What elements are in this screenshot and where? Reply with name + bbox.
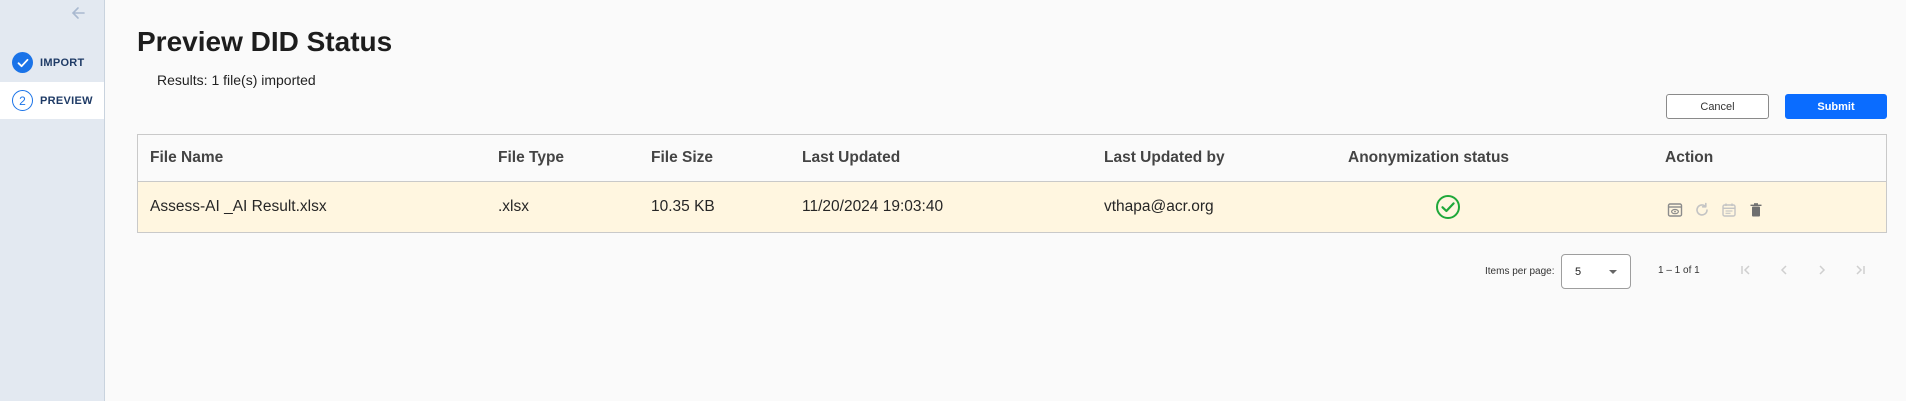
arrow-left-icon[interactable]: [69, 4, 91, 22]
items-per-page-value: 5: [1575, 266, 1582, 278]
cell-last-updated: 11/20/2024 19:03:40: [802, 198, 944, 215]
column-header-file-type[interactable]: File Type: [498, 135, 564, 181]
first-page-icon[interactable]: [1736, 260, 1756, 280]
cancel-button[interactable]: Cancel: [1666, 94, 1769, 119]
files-table: File Name File Type File Size Last Updat…: [137, 134, 1887, 233]
chevron-down-icon: [1609, 270, 1617, 274]
row-actions: [1665, 182, 1765, 232]
delete-icon[interactable]: [1746, 201, 1765, 220]
column-header-action: Action: [1665, 149, 1714, 166]
results-summary: Results: 1 file(s) imported: [157, 72, 316, 88]
refresh-icon[interactable]: [1692, 201, 1711, 220]
column-header-file-name[interactable]: File Name: [150, 135, 223, 181]
table-row[interactable]: Assess-AI _AI Result.xlsx .xlsx 10.35 KB…: [138, 182, 1886, 232]
step-number: 2: [12, 90, 33, 111]
next-page-icon[interactable]: [1812, 260, 1832, 280]
cell-last-updated-by: vthapa@acr.org: [1104, 198, 1214, 215]
check-circle-icon: [1435, 182, 1461, 232]
pagination-range: 1 – 1 of 1: [1658, 265, 1700, 276]
column-header-anonymization-status[interactable]: Anonymization status: [1348, 135, 1509, 181]
step-label: PREVIEW: [40, 94, 93, 107]
last-page-icon[interactable]: [1850, 260, 1870, 280]
column-header-last-updated-by[interactable]: Last Updated by: [1104, 135, 1225, 181]
preview-icon[interactable]: [1665, 201, 1684, 220]
submit-button[interactable]: Submit: [1785, 94, 1887, 119]
check-icon: [12, 52, 33, 73]
step-import[interactable]: IMPORT: [0, 44, 104, 81]
table-header: File Name File Type File Size Last Updat…: [138, 135, 1886, 182]
column-header-last-updated[interactable]: Last Updated: [802, 135, 900, 181]
calendar-icon[interactable]: [1719, 201, 1738, 220]
cell-file-type: .xlsx: [498, 198, 529, 215]
items-per-page-select[interactable]: 5: [1561, 254, 1631, 289]
items-per-page-label: Items per page:: [1485, 266, 1555, 277]
stepper-sidebar: IMPORT 2 PREVIEW: [0, 0, 105, 401]
previous-page-icon[interactable]: [1774, 260, 1794, 280]
cell-file-size: 10.35 KB: [651, 198, 715, 215]
column-header-file-size[interactable]: File Size: [651, 135, 713, 181]
cell-file-name: Assess-AI _AI Result.xlsx: [150, 198, 327, 215]
page-title: Preview DID Status: [137, 26, 393, 57]
step-preview[interactable]: 2 PREVIEW: [0, 82, 104, 119]
step-label: IMPORT: [40, 56, 85, 69]
